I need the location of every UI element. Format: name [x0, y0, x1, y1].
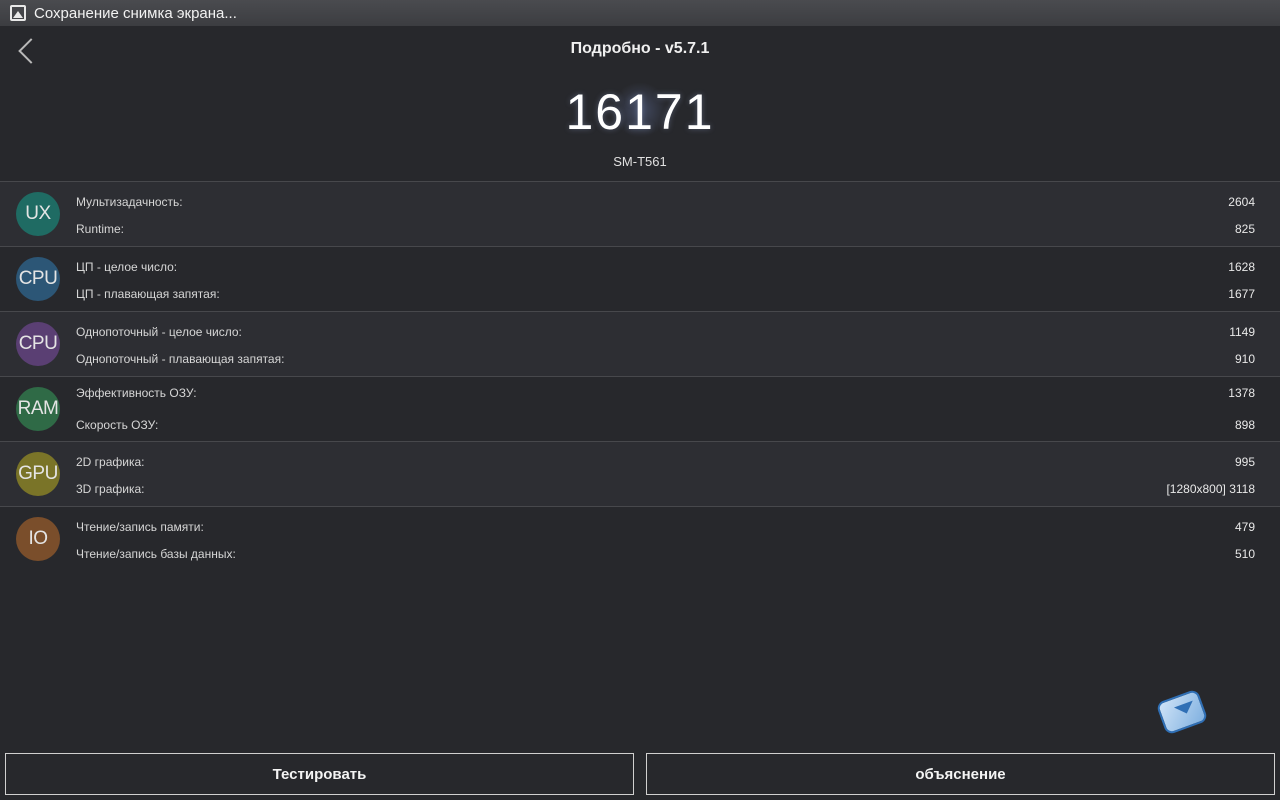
item-label: Скорость ОЗУ:	[76, 418, 159, 432]
test-button[interactable]: Тестировать	[5, 753, 634, 795]
category-row-cpu-single: CPU Однопоточный - целое число: 1149 Одн…	[0, 311, 1280, 376]
item-label: Чтение/запись памяти:	[76, 520, 204, 534]
notification-text: Сохранение снимка экрана...	[34, 4, 237, 22]
page-title: Подробно - v5.7.1	[570, 40, 710, 57]
category-row-cpu: CPU ЦП - целое число: 1628 ЦП - плавающа…	[0, 246, 1280, 311]
item-value: [1280x800] 3118	[1166, 482, 1255, 496]
ram-badge-icon: RAM	[16, 387, 60, 431]
category-row-io: IO Чтение/запись памяти: 479 Чтение/запи…	[0, 506, 1280, 571]
total-score: 16171	[565, 84, 715, 140]
watermark-logo-icon	[1155, 688, 1209, 736]
list-item: ЦП - плавающая запятая: 1677	[76, 286, 1255, 302]
item-value: 910	[1234, 352, 1255, 366]
notification-bar: Сохранение снимка экрана...	[0, 0, 1280, 26]
list-item: Скорость ОЗУ: 898	[76, 417, 1255, 433]
item-label: Runtime:	[76, 222, 125, 236]
explain-button[interactable]: объяснение	[646, 753, 1275, 795]
category-row-ram: RAM Эффективность ОЗУ: 1378 Скорость ОЗУ…	[0, 376, 1280, 441]
item-label: 3D графика:	[76, 482, 145, 496]
item-label: Эффективность ОЗУ:	[76, 386, 197, 400]
list-item: Эффективность ОЗУ: 1378	[76, 385, 1255, 401]
item-label: Однопоточный - целое число:	[76, 325, 242, 339]
item-value: 898	[1234, 418, 1255, 432]
category-row-gpu: GPU 2D графика: 995 3D графика: [1280x80…	[0, 441, 1280, 506]
list-item: Мультизадачность: 2604	[76, 194, 1255, 210]
item-value: 1149	[1229, 325, 1255, 339]
item-value: 479	[1234, 520, 1255, 534]
list-item: ЦП - целое число: 1628	[76, 259, 1255, 275]
results-list: UX Мультизадачность: 2604 Runtime: 825 C…	[0, 181, 1280, 571]
item-value: 1677	[1228, 287, 1255, 301]
list-item: Чтение/запись памяти: 479	[76, 519, 1255, 535]
category-row-ux: UX Мультизадачность: 2604 Runtime: 825	[0, 181, 1280, 246]
item-value: 1628	[1228, 260, 1255, 274]
io-badge-icon: IO	[16, 517, 60, 561]
item-value: 1378	[1228, 386, 1255, 400]
item-label: Мультизадачность:	[76, 195, 183, 209]
list-item: 3D графика: [1280x800] 3118	[76, 481, 1255, 497]
item-label: 2D графика:	[76, 455, 145, 469]
app-header: Подробно - v5.7.1	[0, 26, 1280, 74]
cpu-badge-icon: CPU	[16, 257, 60, 301]
item-value: 510	[1234, 547, 1255, 561]
item-value: 2604	[1228, 195, 1255, 209]
item-label: ЦП - плавающая запятая:	[76, 287, 220, 301]
item-label: ЦП - целое число:	[76, 260, 178, 274]
list-item: Однопоточный - плавающая запятая: 910	[76, 351, 1255, 367]
device-model: SM-T561	[613, 154, 667, 169]
list-item: 2D графика: 995	[76, 454, 1255, 470]
list-item: Runtime: 825	[76, 221, 1255, 237]
item-value: 995	[1234, 455, 1255, 469]
list-item: Однопоточный - целое число: 1149	[76, 324, 1255, 340]
item-value: 825	[1234, 222, 1255, 236]
screenshot-icon	[10, 5, 26, 21]
ux-badge-icon: UX	[16, 192, 60, 236]
score-section: 16171 SM-T561	[0, 80, 1280, 180]
cpu-single-badge-icon: CPU	[16, 322, 60, 366]
gpu-badge-icon: GPU	[16, 452, 60, 496]
item-label: Однопоточный - плавающая запятая:	[76, 352, 285, 366]
item-label: Чтение/запись базы данных:	[76, 547, 236, 561]
list-item: Чтение/запись базы данных: 510	[76, 546, 1255, 562]
